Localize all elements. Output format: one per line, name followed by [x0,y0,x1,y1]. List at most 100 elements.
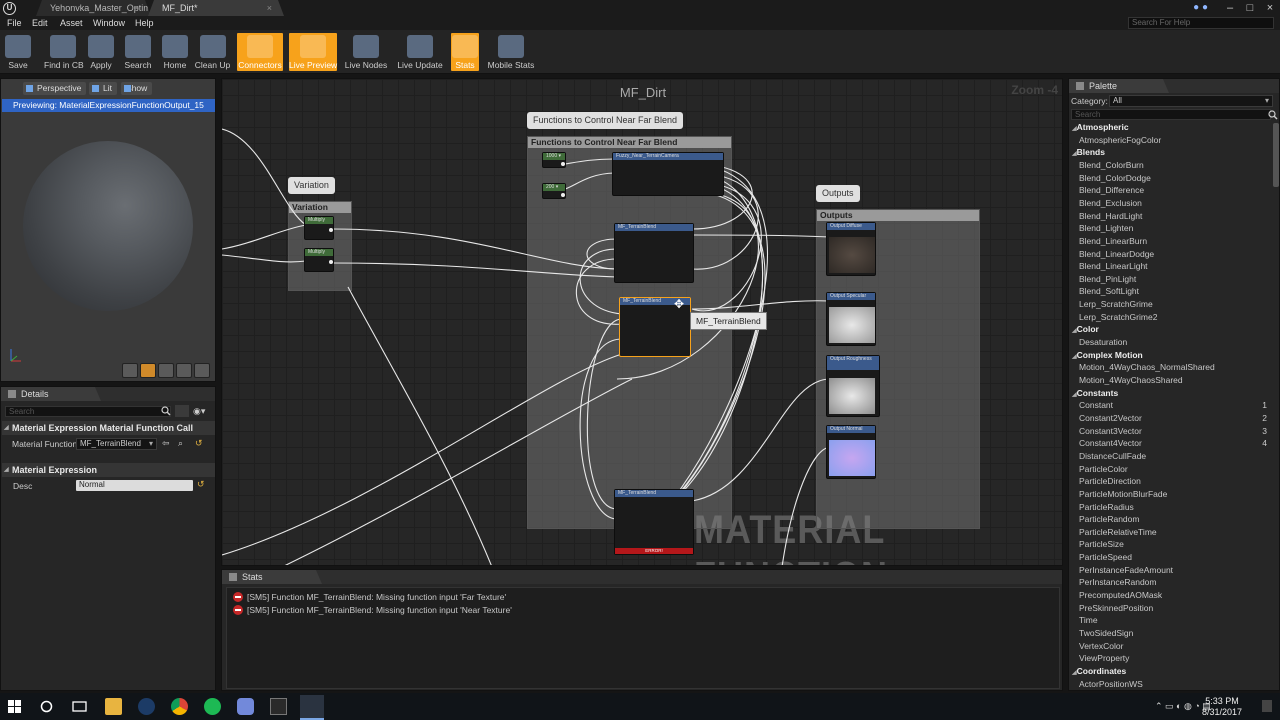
search-button[interactable]: Search [121,33,155,71]
palette-item[interactable]: ParticleDirection [1079,475,1267,488]
use-selected-arrow-icon[interactable]: ⇦ [162,438,170,449]
function-node-camera[interactable]: Fuzzy_Near_TerrainCamera [612,152,724,196]
palette-item[interactable]: ParticleRadius [1079,501,1267,514]
home-button[interactable]: Home [160,33,190,71]
menu-window[interactable]: Window [93,16,125,30]
stats-button[interactable]: Stats [451,33,479,71]
section-material-expression[interactable]: Material Expression [2,463,215,477]
reset-to-default-icon[interactable]: ↺ [195,438,203,449]
window-tab-master[interactable]: Yehonvka_Master_Optimiz × [36,0,151,16]
maximize-button[interactable]: □ [1240,0,1260,16]
constant-node[interactable]: 1000 ▾ [542,152,566,168]
show-button[interactable]: Show [121,82,153,95]
epic-games-icon[interactable] [270,698,287,715]
material-function-combo[interactable]: MF_TerrainBlend ▾ [76,438,157,450]
preview-viewport[interactable]: Perspective Lit Show Previewing: Materia… [0,78,216,382]
palette-item[interactable]: Motion_4WayChaos_NormalShared [1079,361,1267,374]
stats-error-row[interactable]: [SM5] Function MF_TerrainBlend: Missing … [233,591,506,603]
palette-category[interactable]: ◢Constants [1072,387,1260,400]
palette-item[interactable]: PerInstanceRandom [1079,576,1267,589]
output-pin[interactable] [561,193,565,197]
palette-item[interactable]: Lerp_ScratchGrime [1079,298,1267,311]
menu-file[interactable]: File [7,16,22,30]
apply-button[interactable]: Apply [86,33,116,71]
palette-item[interactable]: Constant4Vector 4 [1079,437,1267,450]
multiply-node[interactable]: Multiply [304,248,334,272]
desc-input[interactable]: Normal [76,480,193,491]
palette-item[interactable]: PreSkinnedPosition [1079,602,1267,615]
palette-item[interactable]: Blend_LinearBurn [1079,235,1267,248]
spotify-icon[interactable] [204,698,221,715]
palette-item[interactable]: AtmosphericFogColor [1079,134,1267,147]
palette-item[interactable]: Blend_SoftLight [1079,285,1267,298]
palette-item[interactable]: Blend_LinearDodge [1079,248,1267,261]
output-node-diffuse[interactable]: Output Diffuse [826,222,876,276]
constant-node[interactable]: 200 ▾ [542,183,566,199]
help-search-input[interactable]: Search For Help [1128,17,1274,29]
close-icon[interactable]: × [134,0,139,16]
details-search-input[interactable]: Search [5,406,171,417]
palette-item[interactable]: PrecomputedAOMask [1079,589,1267,602]
palette-item[interactable]: ParticleRandom [1079,513,1267,526]
discord-icon[interactable] [237,698,254,715]
output-pin[interactable] [329,228,333,232]
steam-icon[interactable] [138,698,155,715]
palette-item[interactable]: PerInstanceFadeAmount [1079,564,1267,577]
palette-tab[interactable]: Palette [1069,79,1169,93]
notification-center-icon[interactable] [1262,700,1272,712]
output-node-specular[interactable]: Output Specular [826,292,876,346]
menu-help[interactable]: Help [135,16,154,30]
close-window-button[interactable]: × [1260,0,1280,16]
plane-preview-icon[interactable] [158,363,174,378]
menu-edit[interactable]: Edit [32,16,48,30]
palette-item[interactable]: Constant3Vector 3 [1079,425,1267,438]
palette-item[interactable]: ParticleRelativeTime [1079,526,1267,539]
unreal-editor-taskbar-icon[interactable] [300,695,324,720]
view-options-button[interactable] [175,405,189,417]
palette-item[interactable]: Motion_4WayChaosShared [1079,374,1267,387]
cylinder-preview-icon[interactable] [122,363,138,378]
palette-category[interactable]: ◢Coordinates [1072,665,1260,678]
output-pin[interactable] [329,260,333,264]
palette-item[interactable]: ParticleColor [1079,463,1267,476]
palette-item[interactable]: Blend_Exclusion [1079,197,1267,210]
palette-item[interactable]: Time [1079,614,1267,627]
perspective-button[interactable]: Perspective [23,82,87,95]
live-preview-button[interactable]: Live Preview [289,33,337,71]
lit-button[interactable]: Lit [89,82,117,95]
cortana-search-icon[interactable] [38,698,55,715]
category-combo[interactable]: All ▾ [1109,95,1273,107]
palette-item[interactable]: Blend_ColorBurn [1079,159,1267,172]
palette-item[interactable]: Blend_PinLight [1079,273,1267,286]
output-node-roughness[interactable]: Output Roughness [826,355,880,417]
palette-search-input[interactable]: Search [1071,109,1271,120]
minimize-button[interactable]: – [1220,0,1240,16]
save-button[interactable]: Save [4,33,32,71]
stats-tab[interactable]: Stats [222,570,322,584]
multiply-node[interactable]: Multiply [304,216,334,240]
window-tab-mf-dirt[interactable]: MF_Dirt* × [148,0,284,16]
live-nodes-button[interactable]: Live Nodes [343,33,389,71]
stats-error-row[interactable]: [SM5] Function MF_TerrainBlend: Missing … [233,604,512,616]
function-node-terrain-blend[interactable]: MF_TerrainBlend [614,223,694,283]
palette-item[interactable]: Constant 1 [1079,399,1267,412]
find-in-cb-button[interactable]: Find in CB [44,33,84,71]
close-icon[interactable]: × [267,0,272,16]
custom-mesh-preview-icon[interactable] [194,363,210,378]
palette-item[interactable]: ParticleSize [1079,538,1267,551]
task-view-icon[interactable] [71,698,88,715]
palette-item[interactable]: Blend_ColorDodge [1079,172,1267,185]
browse-icon[interactable]: ⌕ [178,438,183,449]
details-tab[interactable]: Details [1,387,101,401]
palette-item[interactable]: Blend_HardLight [1079,210,1267,223]
palette-item[interactable]: Constant2Vector 2 [1079,412,1267,425]
palette-category[interactable]: ◢Complex Motion [1072,349,1260,362]
taskbar-clock[interactable]: 5:33 PM 8/31/2017 [1202,696,1242,718]
palette-item[interactable]: Blend_Lighten [1079,222,1267,235]
palette-item[interactable]: DistanceCullFade [1079,450,1267,463]
sphere-preview-icon[interactable] [140,363,156,378]
cube-preview-icon[interactable] [176,363,192,378]
function-node-terrain-blend-error[interactable]: MF_TerrainBlend ERROR! [614,489,694,555]
menu-asset[interactable]: Asset [60,16,83,30]
palette-item[interactable]: Desaturation [1079,336,1267,349]
